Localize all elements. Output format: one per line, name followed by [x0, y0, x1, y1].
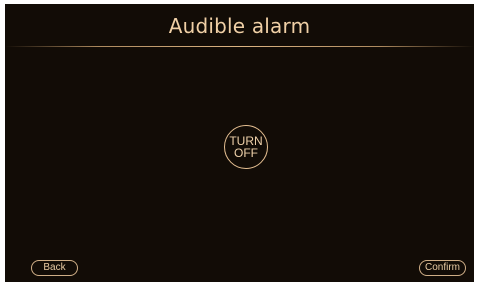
title-divider — [5, 46, 474, 47]
turn-off-button[interactable]: TURN OFF — [224, 125, 268, 169]
back-button[interactable]: Back — [31, 260, 78, 276]
confirm-button[interactable]: Confirm — [419, 260, 466, 276]
alarm-settings-screen: Audible alarm TURN OFF Back Confirm — [5, 4, 474, 282]
page-title: Audible alarm — [168, 14, 311, 38]
turn-off-label-line2: OFF — [234, 146, 258, 160]
